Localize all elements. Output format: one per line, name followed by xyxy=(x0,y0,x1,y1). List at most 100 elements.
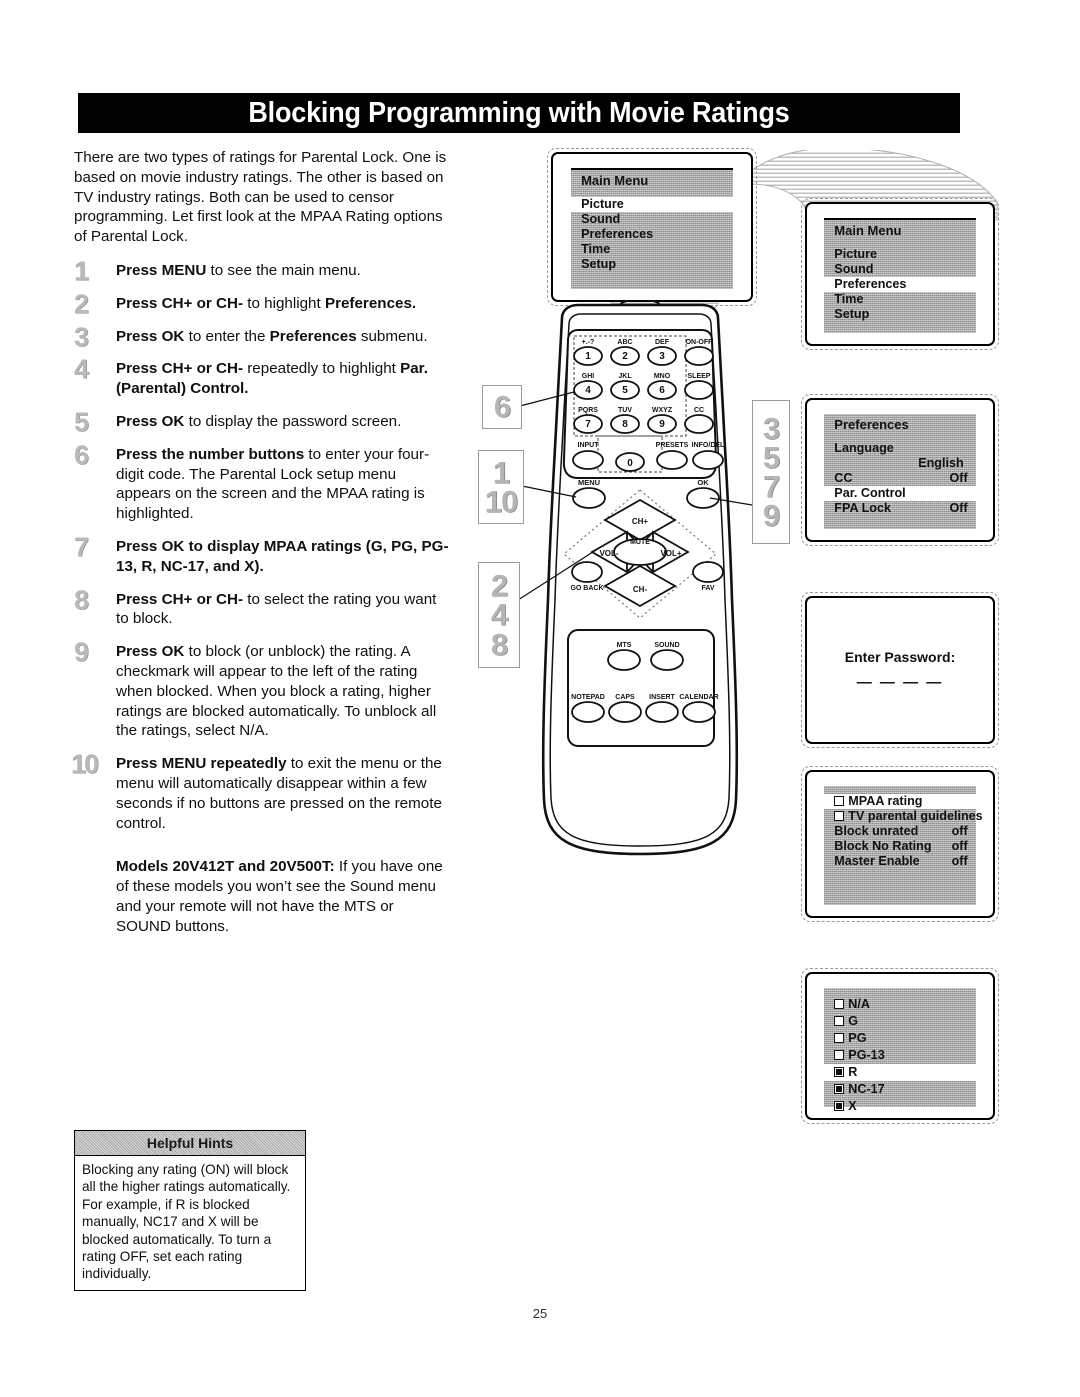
svg-text:ON-OFF: ON-OFF xyxy=(686,339,714,346)
tv-screen-main-menu-2: Main Menu Picture Sound Preferences Time Set… xyxy=(801,198,999,350)
osd-content-5: MPAA rating TV parental guidelines Block u… xyxy=(824,786,983,905)
osd-rating-row[interactable]: PG xyxy=(824,1030,975,1047)
step-6: 6 Press the number buttons to enter your … xyxy=(74,439,450,524)
osd-rating-label: R xyxy=(834,1064,857,1081)
step-number: 1 xyxy=(74,255,89,286)
osd-rating-row[interactable]: G xyxy=(824,1013,975,1030)
step-5: 5 Press OK to display the password screen… xyxy=(74,408,450,435)
checkbox-icon[interactable] xyxy=(834,1049,845,1060)
tv-screen-parental-setup: MPAA rating TV parental guidelines Block u… xyxy=(801,766,999,922)
osd-rating-row[interactable]: NC-17 xyxy=(824,1081,975,1098)
osd-menu-item[interactable]: Sound xyxy=(824,262,975,277)
osd-rating-row[interactable]: R xyxy=(824,1063,976,1081)
svg-text:ABC: ABC xyxy=(617,339,632,346)
step-9: 9 Press OK to block (or unblock) the rati… xyxy=(74,637,450,741)
osd-content-3: Preferences Language English CC Off Par. Con… xyxy=(824,414,976,529)
checkbox-icon[interactable] xyxy=(834,1015,845,1026)
callout-2-value: 2 xyxy=(490,568,508,604)
callout-menu-button: 1 10 xyxy=(478,450,524,524)
osd-menu-item[interactable]: Sound xyxy=(571,212,733,227)
checkbox-icon[interactable] xyxy=(834,1066,845,1077)
svg-text:NOTEPAD: NOTEPAD xyxy=(571,694,605,701)
svg-text:CH-: CH- xyxy=(633,585,648,594)
svg-text:2: 2 xyxy=(622,351,628,362)
svg-text:3: 3 xyxy=(659,351,665,362)
osd-rating-row[interactable]: X xyxy=(824,1098,975,1115)
osd-rating-label: PG-13 xyxy=(834,1047,885,1064)
osd-parental-rows: MPAA rating TV parental guidelines Block u… xyxy=(824,793,983,869)
step-number: 5 xyxy=(74,406,89,437)
step-2: 2 Press CH+ or CH- to highlight Preferenc… xyxy=(74,290,450,317)
osd-parental-row[interactable]: MPAA rating xyxy=(824,793,976,809)
steps-list: 1 Press MENU to see the main menu. 2 Press … xyxy=(71,255,450,833)
step-text: Press MENU to see the main menu. xyxy=(116,261,361,279)
osd-menu-item[interactable]: Picture xyxy=(824,247,975,262)
osd-preference-row[interactable]: Par. Control xyxy=(824,485,976,501)
osd-parental-row[interactable]: Master Enable off xyxy=(824,854,975,869)
step-3: 3 Press OK to enter the Preferences subme… xyxy=(74,323,450,350)
helpful-hints-box: Helpful Hints Blocking any rating (ON) w… xyxy=(74,1130,306,1291)
svg-text:6: 6 xyxy=(659,385,665,396)
osd-menu-item[interactable]: Time xyxy=(824,292,975,307)
osd-menu-item[interactable]: Setup xyxy=(824,307,975,322)
svg-text:FAV: FAV xyxy=(701,585,714,592)
osd-preference-row[interactable]: FPA Lock Off xyxy=(824,501,975,516)
step-number: 9 xyxy=(74,637,89,668)
osd-rating-row[interactable]: N/A xyxy=(824,996,975,1013)
checkbox-icon[interactable] xyxy=(834,795,845,806)
step-7: 7 Press OK to display MPAA ratings (G, PG… xyxy=(74,531,450,577)
svg-text:INSERT: INSERT xyxy=(649,694,675,701)
step-number: 6 xyxy=(74,439,89,470)
svg-text:DEF: DEF xyxy=(655,339,670,346)
svg-text:MUTE: MUTE xyxy=(630,539,650,546)
osd-menu-item[interactable]: Setup xyxy=(571,257,733,272)
osd-menu-item[interactable]: Preferences xyxy=(824,276,976,292)
osd-parental-label: Master Enable xyxy=(834,853,920,868)
osd-parental-row[interactable]: TV parental guidelines xyxy=(824,809,983,824)
svg-text:0: 0 xyxy=(627,458,633,469)
osd-menu-items-2: Picture Sound Preferences Time Setup xyxy=(824,247,976,322)
osd-menu-item-label: Sound xyxy=(581,212,621,227)
osd-menu-item[interactable]: Time xyxy=(571,242,733,257)
svg-text:1: 1 xyxy=(585,351,591,362)
osd-menu-item[interactable]: Preferences xyxy=(571,227,733,242)
osd-parental-label: TV parental guidelines xyxy=(834,809,983,824)
svg-text:8: 8 xyxy=(622,419,628,430)
callout-7-value: 7 xyxy=(762,469,780,504)
step-number: 10 xyxy=(71,749,99,780)
osd-preference-value: English xyxy=(918,455,964,470)
step-number: 3 xyxy=(74,321,89,352)
checkbox-icon[interactable] xyxy=(834,810,845,821)
osd-content-2: Main Menu Picture Sound Preferences Time Set… xyxy=(824,217,976,333)
osd-preference-value: Off xyxy=(949,470,968,485)
callout-ok-button: 3 5 7 9 xyxy=(752,400,790,544)
checkbox-icon[interactable] xyxy=(834,998,845,1009)
step-4: 4 Press CH+ or CH- repeatedly to highligh… xyxy=(74,356,450,399)
step-text: Press CH+ or CH- to highlight Preference… xyxy=(116,294,417,312)
osd-menu-item[interactable]: Picture xyxy=(571,197,733,213)
checkbox-icon[interactable] xyxy=(834,1083,845,1094)
checkbox-icon[interactable] xyxy=(834,1100,845,1111)
callout-4-value: 4 xyxy=(490,597,508,633)
svg-text:WXYZ: WXYZ xyxy=(652,407,673,414)
svg-text:CH+: CH+ xyxy=(632,517,649,526)
svg-text:MENU: MENU xyxy=(578,478,600,487)
svg-text:INPUT: INPUT xyxy=(578,442,600,449)
callout-5-value: 5 xyxy=(762,439,780,475)
osd-rating-row[interactable]: PG-13 xyxy=(824,1047,975,1064)
osd-rating-label: G xyxy=(834,1013,858,1030)
callout-dpad-button: 2 4 8 xyxy=(478,562,520,668)
osd-parental-row[interactable]: Block No Rating off xyxy=(824,839,975,854)
osd-parental-value: off xyxy=(951,823,968,838)
step-text: Press OK to display MPAA ratings (G, PG,… xyxy=(116,537,449,575)
osd-parental-row[interactable]: Block unrated off xyxy=(824,824,975,839)
step-text: Press CH+ or CH- repeatedly to highlight… xyxy=(116,360,428,398)
osd-preference-row[interactable]: CC Off xyxy=(824,471,975,486)
osd-parental-value: off xyxy=(951,853,968,868)
step-number: 7 xyxy=(74,531,89,562)
osd-preference-row[interactable]: English xyxy=(824,456,975,471)
svg-text:JKL: JKL xyxy=(618,373,632,380)
osd-preference-row[interactable]: Language xyxy=(824,441,975,456)
checkbox-icon[interactable] xyxy=(834,1032,845,1043)
password-prompt: Enter Password: — — — — xyxy=(813,604,987,736)
